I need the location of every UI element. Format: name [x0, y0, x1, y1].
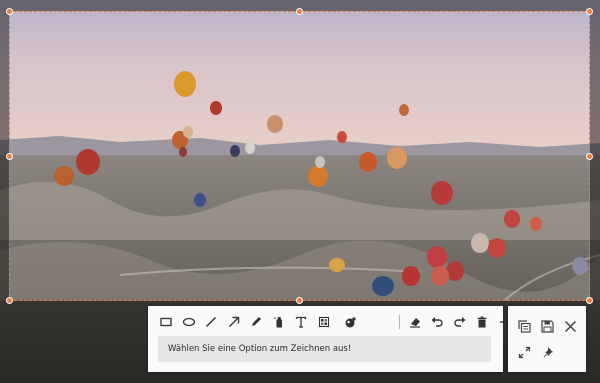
mosaic-tool-button[interactable]	[316, 314, 332, 330]
blur-icon	[345, 317, 356, 328]
line-tool-button[interactable]	[203, 314, 219, 330]
resize-handle-bottom[interactable]	[296, 297, 303, 304]
fullscreen-icon	[518, 346, 530, 358]
copy-button[interactable]	[515, 317, 533, 335]
close-button[interactable]	[561, 317, 579, 335]
fullscreen-button[interactable]	[515, 343, 533, 361]
toolbar-divider	[398, 315, 400, 329]
drawing-status-message: Wählen Sie eine Option zum Zeichnen aus!	[158, 336, 491, 362]
rectangle-tool-button[interactable]	[158, 314, 174, 330]
highlighter-tool-button[interactable]	[271, 314, 287, 330]
ellipse-icon	[182, 317, 195, 327]
pin-icon	[543, 346, 553, 357]
tool-row	[158, 314, 519, 330]
arrow-tool-button[interactable]	[226, 314, 242, 330]
undo-icon	[431, 317, 443, 327]
text-icon	[295, 316, 307, 328]
drawing-toolbar: Wählen Sie eine Option zum Zeichnen aus!	[148, 306, 510, 372]
resize-handle-bottom-left[interactable]	[6, 297, 13, 304]
pen-icon	[252, 317, 261, 326]
action-panel	[508, 306, 586, 372]
ellipse-tool-button[interactable]	[181, 314, 197, 330]
pin-button[interactable]	[538, 343, 556, 361]
resize-handle-top-right[interactable]	[586, 8, 593, 15]
resize-handle-top-left[interactable]	[6, 8, 13, 15]
eraser-tool-button[interactable]	[407, 314, 423, 330]
save-button[interactable]	[538, 317, 556, 335]
arrow-icon	[228, 316, 239, 327]
close-icon	[564, 320, 576, 332]
pen-tool-button[interactable]	[248, 314, 264, 330]
redo-icon	[453, 317, 465, 327]
resize-handle-bottom-right[interactable]	[586, 297, 593, 304]
line-icon	[206, 317, 216, 327]
capture-selection[interactable]	[6, 8, 593, 304]
save-icon	[540, 319, 554, 333]
delete-button[interactable]	[474, 314, 490, 330]
resize-handle-right[interactable]	[586, 153, 593, 160]
undo-button[interactable]	[429, 314, 445, 330]
copy-icon	[517, 319, 531, 333]
resize-handle-top[interactable]	[296, 8, 303, 15]
mosaic-icon	[318, 316, 329, 328]
redo-button[interactable]	[452, 314, 468, 330]
blur-tool-button[interactable]	[342, 314, 358, 330]
text-tool-button[interactable]	[293, 314, 309, 330]
eraser-icon	[409, 318, 420, 328]
highlighter-icon	[273, 317, 282, 328]
rectangle-icon	[160, 317, 172, 327]
resize-handle-left[interactable]	[6, 153, 13, 160]
delete-icon	[477, 316, 487, 328]
